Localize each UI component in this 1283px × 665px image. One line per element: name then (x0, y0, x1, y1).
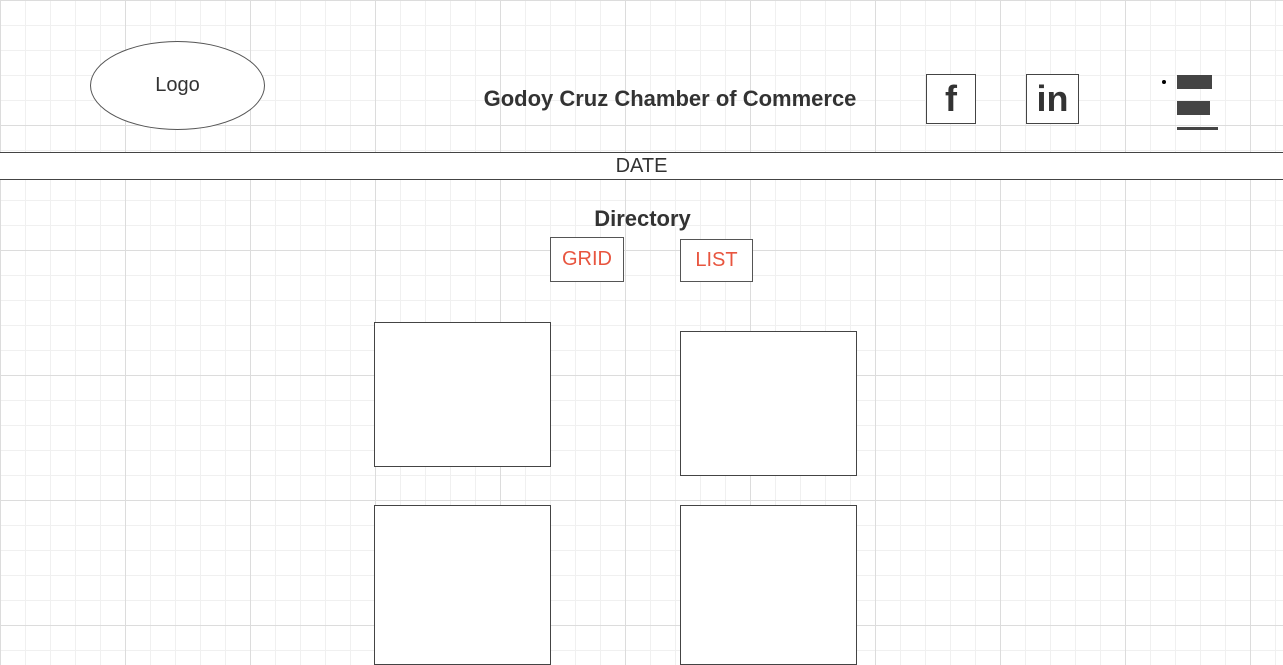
menu-dot (1162, 80, 1166, 84)
page-heading: Directory (594, 206, 691, 231)
date-bar: DATE (0, 152, 1283, 180)
list-view-button[interactable]: LIST (680, 239, 753, 282)
linkedin-icon[interactable]: in (1026, 74, 1079, 124)
grid-view-label: GRID (562, 248, 612, 270)
site-title: Godoy Cruz Chamber of Commerce (483, 86, 857, 111)
menu-bar-middle (1177, 101, 1210, 115)
grid-view-button[interactable]: GRID (550, 237, 624, 282)
directory-card[interactable] (374, 322, 551, 467)
list-view-label: LIST (695, 249, 738, 271)
facebook-glyph: f (945, 78, 957, 119)
date-text: DATE (615, 154, 668, 177)
menu-bar-bottom (1177, 127, 1218, 130)
hamburger-icon[interactable] (1160, 72, 1222, 132)
logo-text: Logo (155, 74, 200, 96)
logo[interactable]: Logo (90, 41, 265, 130)
menu-bar-top (1177, 75, 1212, 89)
linkedin-glyph: in (1036, 78, 1069, 119)
facebook-icon[interactable]: f (926, 74, 976, 124)
directory-card[interactable] (680, 331, 857, 476)
directory-card[interactable] (680, 505, 857, 665)
directory-card[interactable] (374, 505, 551, 665)
